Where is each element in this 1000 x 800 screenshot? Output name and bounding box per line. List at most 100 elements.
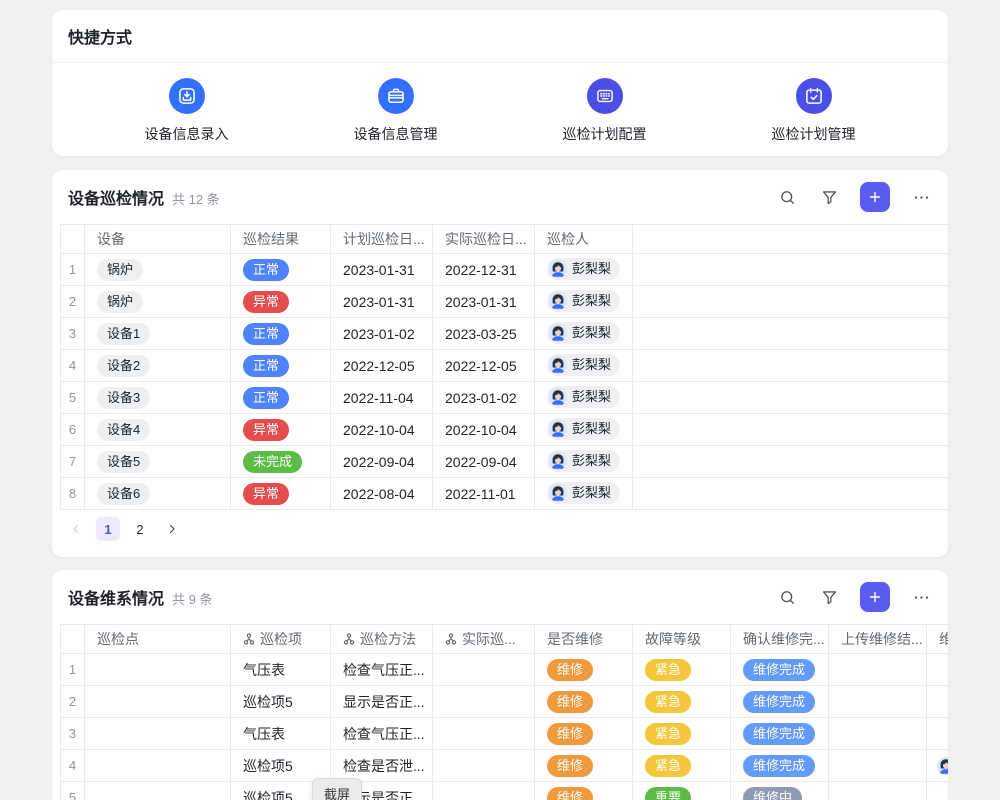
planned-date: 2022-12-05: [331, 350, 433, 382]
repair-pill: 维修: [547, 691, 593, 713]
page-button-1[interactable]: 1: [96, 517, 120, 541]
filter-icon[interactable]: [818, 586, 840, 608]
point-cell: [85, 718, 231, 750]
level-pill: 紧急: [645, 755, 691, 777]
result-pill: 异常: [243, 291, 289, 313]
table-row[interactable]: 4 设备2 正常 2022-12-05 2022-12-05 彭梨梨: [61, 350, 949, 382]
shortcut-plan-manage[interactable]: 巡检计划管理: [734, 78, 894, 144]
inspector-chip: 彭梨梨: [547, 482, 620, 504]
table-row[interactable]: 8 设备6 异常 2022-08-04 2022-11-01 彭梨梨: [61, 478, 949, 510]
item-cell: 气压表: [231, 654, 331, 686]
row-index: 4: [61, 750, 85, 782]
table-row[interactable]: 3 气压表 检查气压正... 维修 紧急 维修完成: [61, 718, 949, 750]
actual-date: 2023-03-25: [433, 318, 535, 350]
actual-cell: [433, 654, 535, 686]
confirm-pill: 维修完成: [743, 755, 815, 777]
inspection-toolbar: 设备巡检情况 共 12 条: [52, 170, 948, 224]
upload-cell: [829, 750, 927, 782]
col-header-method: 巡检方法: [331, 625, 433, 654]
next-page-button[interactable]: [160, 517, 184, 541]
result-pill: 正常: [243, 323, 289, 345]
page-button-2[interactable]: 2: [128, 517, 152, 541]
shortcut-plan-config[interactable]: 巡检计划配置: [525, 78, 685, 144]
keyboard-icon: [587, 78, 623, 114]
table-row[interactable]: 2 巡检项5 显示是否正... 维修 紧急 维修完成: [61, 686, 949, 718]
result-pill: 正常: [243, 259, 289, 281]
level-pill: 紧急: [645, 659, 691, 681]
avatar: [549, 452, 567, 470]
shortcuts-header: 快捷方式: [52, 10, 948, 62]
result-pill: 异常: [243, 419, 289, 441]
row-index: 7: [61, 446, 85, 478]
repair-pill: 维修: [547, 723, 593, 745]
inspector-chip: 彭梨梨: [547, 354, 620, 376]
table-row[interactable]: 5 巡检项5 显示是否正... 维修 重要 维修中: [61, 782, 949, 800]
table-row[interactable]: 2 锅炉 异常 2023-01-31 2023-01-31 彭梨梨: [61, 286, 949, 318]
col-header-cut: 维: [927, 625, 949, 654]
inspector-chip: 彭梨梨: [547, 322, 620, 344]
more-icon[interactable]: [910, 186, 932, 208]
point-cell: [85, 750, 231, 782]
avatar: [549, 260, 567, 278]
col-header-actual: 实际巡检日...: [433, 225, 535, 254]
more-icon[interactable]: [910, 586, 932, 608]
table-row[interactable]: 4 巡检项5 检查是否泄... 维修 紧急 维修完成: [61, 750, 949, 782]
shortcut-device-entry[interactable]: 设备信息录入: [107, 78, 267, 144]
avatar: [549, 388, 567, 406]
level-pill: 紧急: [645, 723, 691, 745]
repair-pill: 维修: [547, 787, 593, 800]
search-icon[interactable]: [776, 186, 798, 208]
col-header-planned: 计划巡检日...: [331, 225, 433, 254]
table-row[interactable]: 1 气压表 检查气压正... 维修 紧急 维修完成: [61, 654, 949, 686]
add-record-button[interactable]: [860, 582, 890, 612]
upload-cell: [829, 686, 927, 718]
lookup-field-icon: [343, 633, 355, 645]
col-header-result: 巡检结果: [231, 225, 331, 254]
method-cell: 显示是否正...: [331, 686, 433, 718]
actual-date: 2022-12-31: [433, 254, 535, 286]
inspector-chip: 彭梨梨: [547, 386, 620, 408]
briefcase-icon: [378, 78, 414, 114]
row-index: 8: [61, 478, 85, 510]
actual-date: 2022-09-04: [433, 446, 535, 478]
row-index: 1: [61, 254, 85, 286]
table-row[interactable]: 1 锅炉 正常 2023-01-31 2022-12-31 彭梨梨: [61, 254, 949, 286]
table-row[interactable]: 3 设备1 正常 2023-01-02 2023-03-25 彭梨梨: [61, 318, 949, 350]
lookup-field-icon: [445, 633, 457, 645]
actual-date: 2023-01-02: [433, 382, 535, 414]
planned-date: 2022-11-04: [331, 382, 433, 414]
screenshot-tooltip: 截屏: [312, 778, 362, 800]
actual-date: 2022-11-01: [433, 478, 535, 510]
search-icon[interactable]: [776, 586, 798, 608]
avatar: [549, 292, 567, 310]
prev-page-button[interactable]: [64, 517, 88, 541]
header-row: 设备 巡检结果 计划巡检日... 实际巡检日... 巡检人: [61, 225, 949, 254]
device-tag: 锅炉: [97, 259, 143, 281]
planned-date: 2023-01-31: [331, 286, 433, 318]
device-tag: 设备4: [97, 419, 150, 441]
row-index: 1: [61, 654, 85, 686]
shortcut-label: 设备信息录入: [145, 124, 229, 144]
col-header-actual: 实际巡...: [433, 625, 535, 654]
col-header-index: [61, 225, 85, 254]
shortcut-device-manage[interactable]: 设备信息管理: [316, 78, 476, 144]
avatar: [549, 324, 567, 342]
add-record-button[interactable]: [860, 182, 890, 212]
point-cell: [85, 654, 231, 686]
device-tag: 锅炉: [97, 291, 143, 313]
table-row[interactable]: 7 设备5 未完成 2022-09-04 2022-09-04 彭梨梨: [61, 446, 949, 478]
avatar: [937, 757, 948, 775]
table-row[interactable]: 6 设备4 异常 2022-10-04 2022-10-04 彭梨梨: [61, 414, 949, 446]
shortcut-label: 设备信息管理: [354, 124, 438, 144]
filter-icon[interactable]: [818, 186, 840, 208]
shortcuts-title: 快捷方式: [68, 24, 132, 48]
table-row[interactable]: 5 设备3 正常 2022-11-04 2023-01-02 彭梨梨: [61, 382, 949, 414]
shortcut-label: 巡检计划配置: [563, 124, 647, 144]
calendar-check-icon: [796, 78, 832, 114]
item-cell: 气压表: [231, 718, 331, 750]
inspection-count: 共 12 条: [172, 189, 220, 208]
col-header-filler: [633, 225, 949, 254]
pagination: 1 2: [52, 510, 948, 541]
method-cell: 检查是否泄...: [331, 750, 433, 782]
inspector-chip: 彭梨梨: [547, 258, 620, 280]
